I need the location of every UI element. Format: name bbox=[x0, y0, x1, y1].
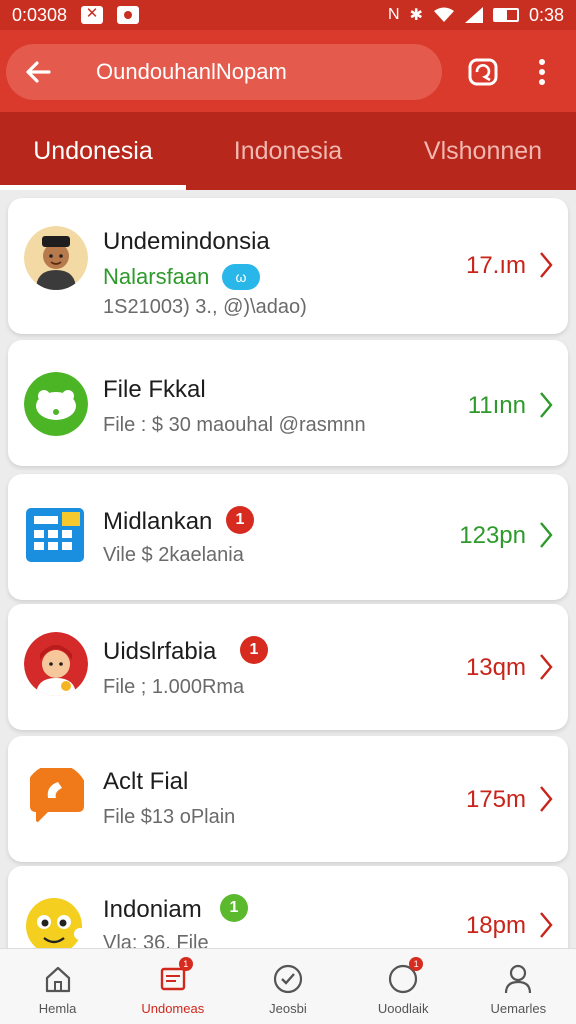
chat-preview: 1S21003) 3., @)\adao) bbox=[103, 296, 307, 318]
nav-messages[interactable]: 1 Undomeas bbox=[115, 949, 230, 1024]
chat-name: Undemindonsia bbox=[103, 228, 270, 255]
tab-indonesia[interactable]: Indonesia bbox=[186, 112, 390, 190]
status-icon bbox=[270, 961, 306, 997]
profile-icon bbox=[500, 961, 536, 997]
chat-time: 11ınn bbox=[467, 392, 526, 419]
title-pill: OundouhanlNopam bbox=[6, 44, 442, 100]
chat-preview: File ; 1.000Rma bbox=[103, 676, 245, 698]
person-avatar bbox=[24, 226, 88, 290]
chat-name: File Fkkal bbox=[103, 376, 206, 403]
chat-item[interactable]: Midlankan 1 Vile $ 2kaelania 123pn bbox=[8, 474, 568, 600]
chevron-right-icon bbox=[540, 654, 553, 680]
page-title: OundouhanlNopam bbox=[96, 59, 287, 84]
tab-undonesia[interactable]: Undonesia bbox=[0, 112, 186, 190]
tag-pill: ω bbox=[222, 264, 260, 290]
chat-item[interactable]: Aclt Fial File $13 oPlain 175m bbox=[8, 736, 568, 862]
grid-app-avatar bbox=[26, 508, 84, 562]
chat-time: 123pn bbox=[459, 522, 526, 549]
notification-icon: 1 bbox=[385, 957, 424, 997]
tab-label: Undonesia bbox=[33, 136, 153, 165]
nav-badge-dot: 1 bbox=[409, 957, 424, 971]
chevron-right-icon bbox=[540, 392, 553, 418]
notification-x-icon bbox=[81, 4, 104, 24]
chevron-right-icon bbox=[540, 786, 553, 812]
unread-badge: 1 bbox=[240, 636, 268, 664]
back-arrow-icon[interactable] bbox=[6, 44, 70, 100]
chat-preview: Vla: 36. File bbox=[103, 932, 209, 948]
unread-badge: 1 bbox=[226, 506, 254, 534]
bottom-nav: Hemla 1 Undomeas Jeosbi 1 Uoodlaik Uemar… bbox=[0, 948, 576, 1024]
chat-item[interactable]: Indoniam 1 Vla: 36. File 18pm bbox=[8, 866, 568, 948]
nav-label: Uoodlaik bbox=[377, 1001, 429, 1016]
tab-label: Indonesia bbox=[233, 136, 343, 165]
chat-preview: File $13 oPlain bbox=[103, 806, 236, 828]
unread-badge: 1 bbox=[220, 894, 248, 922]
chat-name: Aclt Fial bbox=[103, 768, 189, 795]
wifi-icon bbox=[433, 7, 454, 22]
battery-icon bbox=[492, 8, 519, 22]
home-icon bbox=[40, 961, 76, 997]
chevron-right-icon bbox=[540, 252, 553, 278]
chat-item[interactable]: Undemindonsia Nalarsfaan ω 1S21003) 3., … bbox=[8, 198, 568, 334]
chat-bubble-icon[interactable] bbox=[464, 54, 502, 92]
chevron-right-icon bbox=[540, 912, 553, 938]
chat-list: Undemindonsia Nalarsfaan ω 1S21003) 3., … bbox=[0, 190, 576, 948]
chat-preview: Vile $ 2kaelania bbox=[103, 544, 244, 566]
chat-name: Midlankan bbox=[103, 508, 213, 535]
app-bar: OundouhanlNopam bbox=[0, 30, 576, 112]
chat-name: Indoniam bbox=[103, 896, 202, 923]
chat-preview: File : $ 30 maouhal @rasmnn bbox=[103, 414, 366, 436]
chat-time: 17.ım bbox=[465, 252, 526, 279]
status-clock-left: 0:0308 bbox=[12, 4, 68, 25]
nav-label: Undomeas bbox=[141, 1001, 205, 1016]
nav-home[interactable]: Hemla bbox=[0, 949, 115, 1024]
chat-time: 13qm bbox=[465, 654, 526, 681]
status-bar: 0:0308 N ✱ 0:38 bbox=[0, 0, 576, 30]
chat-item[interactable]: Uidslrfabia 1 File ; 1.000Rma 13qm bbox=[8, 604, 568, 730]
orange-chat-avatar bbox=[30, 768, 84, 824]
more-vertical-icon[interactable] bbox=[526, 52, 558, 92]
nfc-icon: N bbox=[387, 6, 400, 23]
tab-bar: Undonesia Indonesia Vlshonnen bbox=[0, 112, 576, 190]
nav-notifications[interactable]: 1 Uoodlaik bbox=[346, 949, 461, 1024]
status-time: 0:38 bbox=[528, 4, 564, 25]
signal-icon bbox=[464, 7, 483, 23]
chat-name: Uidslrfabia bbox=[103, 638, 217, 665]
tab-label: Vlshonnen bbox=[423, 136, 543, 165]
chevron-right-icon bbox=[540, 522, 553, 548]
emoji-avatar bbox=[26, 898, 86, 948]
nav-badge-dot: 1 bbox=[178, 957, 193, 971]
nav-label: Uemarles bbox=[490, 1001, 547, 1016]
camera-icon bbox=[117, 6, 140, 24]
nav-status[interactable]: Jeosbi bbox=[230, 949, 345, 1024]
chat-time: 175m bbox=[465, 786, 526, 813]
nav-profile[interactable]: Uemarles bbox=[461, 949, 576, 1024]
green-cloud-avatar bbox=[24, 372, 88, 436]
chat-time: 18pm bbox=[465, 912, 526, 939]
bluetooth-icon: ✱ bbox=[409, 7, 423, 24]
girl-avatar bbox=[24, 632, 88, 696]
nav-label: Hemla bbox=[38, 1001, 77, 1016]
chat-item[interactable]: File Fkkal File : $ 30 maouhal @rasmnn 1… bbox=[8, 340, 568, 466]
nav-label: Jeosbi bbox=[269, 1001, 307, 1016]
messages-icon: 1 bbox=[155, 957, 193, 997]
chat-tag: Nalarsfaan bbox=[103, 264, 210, 289]
tab-vlshonnen[interactable]: Vlshonnen bbox=[390, 112, 576, 190]
